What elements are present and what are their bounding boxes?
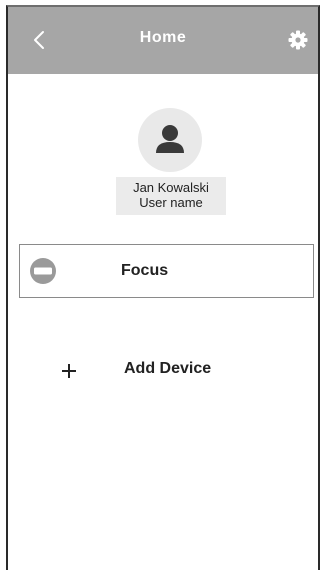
settings-button[interactable]: [287, 29, 309, 51]
user-info: Jan Kowalski User name: [116, 177, 226, 215]
device-icon: [30, 258, 56, 284]
device-name: Focus: [121, 262, 169, 279]
plus-icon: [62, 364, 76, 378]
add-device-button[interactable]: Add Device: [60, 352, 260, 388]
gear-icon: [288, 30, 308, 50]
user-name: Jan Kowalski: [133, 180, 209, 195]
page-title: Home: [139, 29, 187, 46]
add-device-label: Add Device: [124, 360, 212, 377]
user-icon: [156, 125, 184, 153]
top-bar: Home: [8, 7, 318, 74]
app-screen: Home Jan Kowalski User name Focus Add De…: [6, 5, 320, 570]
avatar[interactable]: [138, 108, 202, 172]
user-name-caption: User name: [139, 195, 203, 210]
device-item-focus[interactable]: Focus: [19, 244, 314, 298]
